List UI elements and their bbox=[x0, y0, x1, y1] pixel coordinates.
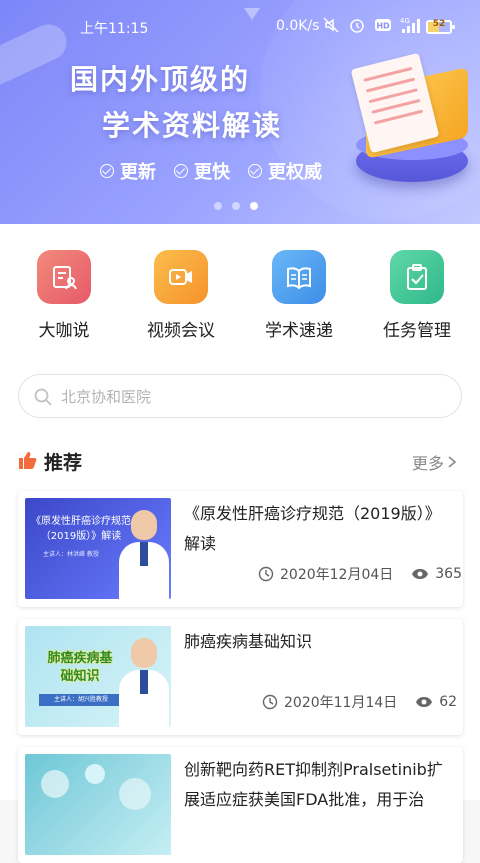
svg-text:4G: 4G bbox=[400, 17, 410, 25]
article-views: 62 bbox=[439, 694, 458, 710]
quick-action-academic-express[interactable]: 学术速递 bbox=[249, 250, 349, 341]
article-date: 2020年11月14日 bbox=[284, 695, 398, 711]
thumbnail-subtitle: 主讲人：胡兴胜教授 bbox=[39, 694, 123, 706]
quick-action-dakashuo[interactable]: 大咖说 bbox=[14, 250, 114, 341]
doctor-portrait bbox=[119, 510, 169, 599]
quick-action-task-management[interactable]: 任务管理 bbox=[367, 250, 467, 341]
search-input[interactable] bbox=[59, 385, 443, 409]
article-title: 《原发性肝癌诊疗规范（2019版）》解读 bbox=[184, 504, 441, 553]
quick-action-label: 学术速递 bbox=[265, 321, 333, 341]
svg-text:HD: HD bbox=[376, 22, 390, 31]
article-card[interactable]: 创新靶向药RET抑制剂Pralsetinib扩展适应症获美国FDA批准，用于治 bbox=[18, 747, 463, 863]
article-meta: 2020年12月04日 365 bbox=[258, 564, 462, 584]
quick-action-video-meeting[interactable]: 视频会议 bbox=[131, 250, 231, 341]
banner-tag: 更权威 bbox=[248, 158, 322, 184]
carousel-dot[interactable] bbox=[232, 202, 240, 210]
battery-icon: 52 bbox=[426, 19, 455, 34]
banner-tag-label: 更权威 bbox=[268, 162, 322, 183]
thumbnail-subtitle: 主讲人：林洪峰 教授 bbox=[43, 551, 99, 558]
alarm-icon bbox=[350, 19, 364, 33]
presenter-icon bbox=[37, 250, 91, 304]
mute-icon bbox=[323, 17, 339, 33]
quick-action-label: 大咖说 bbox=[38, 321, 90, 341]
carousel-indicator bbox=[214, 202, 258, 210]
search-section bbox=[0, 364, 480, 434]
chevron-right-icon bbox=[448, 456, 457, 468]
banner-tag-label: 更快 bbox=[194, 162, 230, 183]
recommend-header: 推荐 更多 bbox=[0, 434, 480, 486]
status-icons: HD 4G bbox=[322, 16, 424, 34]
doctor-portrait bbox=[119, 638, 169, 727]
clipboard-check-icon bbox=[390, 250, 444, 304]
quick-actions-grid: 大咖说 视频会议 学术速递 任务管理 bbox=[0, 224, 480, 364]
check-circle-icon bbox=[100, 164, 114, 178]
article-card[interactable]: 《原发性肝癌诊疗规范（2019版）》解读 主讲人：林洪峰 教授 《原发性肝癌诊疗… bbox=[18, 491, 463, 607]
network-speed: 0.0K/s bbox=[276, 18, 320, 34]
more-label: 更多 bbox=[412, 454, 445, 473]
battery-text: 52 bbox=[432, 19, 446, 29]
banner-tag: 更新 bbox=[100, 158, 156, 184]
status-bar: 上午11:15 0.0K/s HD 4G 52 bbox=[0, 14, 480, 42]
article-thumbnail: 肺癌疾病基础知识 主讲人：胡兴胜教授 bbox=[25, 626, 171, 727]
check-circle-icon bbox=[248, 164, 262, 178]
banner-tag: 更快 bbox=[174, 158, 230, 184]
carousel-dot[interactable] bbox=[214, 202, 222, 210]
article-thumbnail: 《原发性肝癌诊疗规范（2019版）》解读 主讲人：林洪峰 教授 bbox=[25, 498, 171, 599]
article-meta: 2020年11月14日 62 bbox=[262, 692, 457, 712]
search-icon bbox=[34, 388, 52, 406]
banner-tags: 更新 更快 更权威 bbox=[100, 158, 322, 184]
banner-title-line1: 国内外顶级的 bbox=[70, 63, 251, 96]
more-link[interactable]: 更多 bbox=[412, 450, 458, 474]
recommend-title: 推荐 bbox=[44, 452, 83, 474]
banner-title-line2: 学术资料解读 bbox=[102, 109, 283, 142]
hd-icon: HD bbox=[375, 19, 391, 31]
molecule-illustration bbox=[41, 764, 151, 810]
thumbnail-title: 《原发性肝癌诊疗规范（2019版）》解读 bbox=[31, 516, 131, 542]
article-date: 2020年12月04日 bbox=[280, 567, 394, 583]
clock-icon bbox=[258, 566, 274, 582]
hero-banner[interactable]: 上午11:15 0.0K/s HD 4G 52 国内外顶级的 学术资料解读 更新… bbox=[0, 0, 480, 224]
article-title: 肺癌疾病基础知识 bbox=[184, 632, 313, 651]
search-bar[interactable] bbox=[18, 374, 462, 418]
carousel-dot-active[interactable] bbox=[250, 202, 258, 210]
thumbnail-title: 肺癌疾病基础知识 bbox=[47, 651, 113, 684]
quick-action-label: 任务管理 bbox=[383, 321, 451, 341]
article-views: 365 bbox=[435, 566, 462, 582]
article-title: 创新靶向药RET抑制剂Pralsetinib扩展适应症获美国FDA批准，用于治 bbox=[184, 760, 443, 807]
eye-icon bbox=[412, 569, 429, 579]
eye-icon bbox=[416, 697, 433, 707]
article-thumbnail bbox=[25, 754, 171, 855]
status-time: 上午11:15 bbox=[80, 21, 149, 37]
clock-icon bbox=[262, 694, 278, 710]
check-circle-icon bbox=[174, 164, 188, 178]
quick-action-label: 视频会议 bbox=[147, 321, 215, 341]
book-icon bbox=[272, 250, 326, 304]
article-card[interactable]: 肺癌疾病基础知识 主讲人：胡兴胜教授 肺癌疾病基础知识 2020年11月14日 … bbox=[18, 619, 463, 735]
thumbs-up-icon bbox=[19, 452, 37, 469]
signal-4g-icon: 4G bbox=[400, 17, 420, 33]
banner-tag-label: 更新 bbox=[120, 162, 156, 183]
video-camera-icon bbox=[154, 250, 208, 304]
